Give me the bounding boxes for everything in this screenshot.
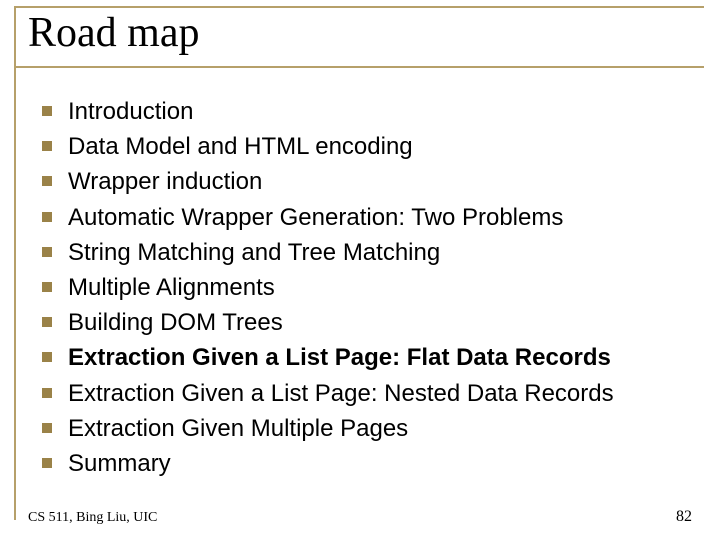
list-item-label: Automatic Wrapper Generation: Two Proble… <box>68 202 563 233</box>
list-item-label: Wrapper induction <box>68 166 262 197</box>
slide-number: 82 <box>676 508 692 526</box>
list-item: Automatic Wrapper Generation: Two Proble… <box>42 202 682 233</box>
square-bullet-icon <box>42 458 52 468</box>
square-bullet-icon <box>42 352 52 362</box>
square-bullet-icon <box>42 247 52 257</box>
list-item: Extraction Given Multiple Pages <box>42 413 682 444</box>
list-item: Introduction <box>42 96 682 127</box>
list-item: Building DOM Trees <box>42 307 682 338</box>
list-item-label: Multiple Alignments <box>68 272 275 303</box>
square-bullet-icon <box>42 106 52 116</box>
square-bullet-icon <box>42 176 52 186</box>
list-item: Multiple Alignments <box>42 272 682 303</box>
list-item: Wrapper induction <box>42 166 682 197</box>
square-bullet-icon <box>42 141 52 151</box>
list-item: Data Model and HTML encoding <box>42 131 682 162</box>
decorative-rule-top <box>14 6 704 8</box>
list-item-label: Building DOM Trees <box>68 307 283 338</box>
footer-left: CS 511, Bing Liu, UIC <box>28 510 157 526</box>
list-item: Extraction Given a List Page: Flat Data … <box>42 342 682 373</box>
square-bullet-icon <box>42 317 52 327</box>
square-bullet-icon <box>42 388 52 398</box>
list-item: String Matching and Tree Matching <box>42 237 682 268</box>
square-bullet-icon <box>42 423 52 433</box>
decorative-rule-bottom <box>14 66 704 68</box>
square-bullet-icon <box>42 282 52 292</box>
title-area: Road map <box>28 10 692 62</box>
slide-title: Road map <box>28 10 692 62</box>
slide: Road map Introduction Data Model and HTML… <box>0 0 720 540</box>
list-item-label: String Matching and Tree Matching <box>68 237 440 268</box>
list-item-label: Summary <box>68 448 171 479</box>
list-item: Extraction Given a List Page: Nested Dat… <box>42 378 682 409</box>
list-item-label: Extraction Given a List Page: Flat Data … <box>68 342 611 373</box>
list-item: Summary <box>42 448 682 479</box>
list-item-label: Extraction Given a List Page: Nested Dat… <box>68 378 614 409</box>
bullet-list: Introduction Data Model and HTML encoding… <box>42 96 682 483</box>
decorative-rule-left <box>14 6 16 520</box>
list-item-label: Extraction Given Multiple Pages <box>68 413 408 444</box>
list-item-label: Data Model and HTML encoding <box>68 131 413 162</box>
list-item-label: Introduction <box>68 96 193 127</box>
square-bullet-icon <box>42 212 52 222</box>
